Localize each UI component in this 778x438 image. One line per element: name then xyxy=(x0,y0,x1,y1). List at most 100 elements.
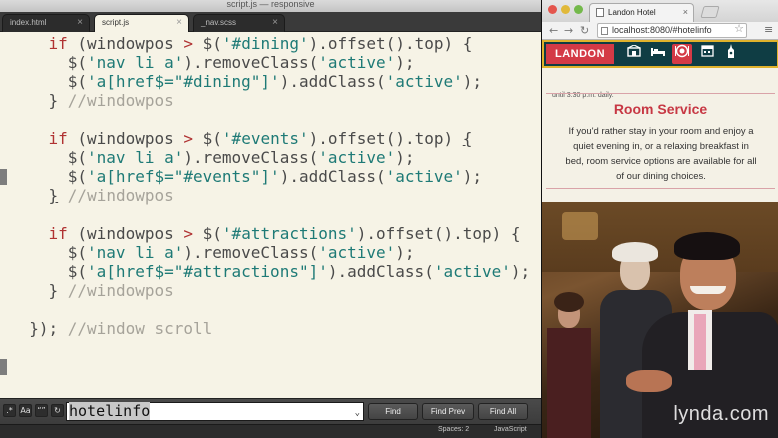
code-area[interactable]: if (windowpos > $('#dining').offset().to… xyxy=(0,32,541,398)
dining-icon[interactable] xyxy=(672,44,692,64)
syntax-status[interactable]: JavaScript xyxy=(494,426,527,433)
close-icon[interactable]: × xyxy=(272,15,278,31)
code-token: ); xyxy=(510,262,531,281)
building-icon[interactable] xyxy=(624,44,644,64)
code-token: ).offset().top) { xyxy=(308,34,473,53)
code-line: $('a[href$="#events"]').addClass('active… xyxy=(68,167,482,187)
code-token: } xyxy=(48,281,68,300)
browser-tab[interactable]: Landon Hotel × xyxy=(589,3,694,22)
find-query: hotelinfo xyxy=(69,402,151,420)
editor-titlebar: script.js — responsive xyxy=(0,0,541,12)
lynda-watermark: lynda.com xyxy=(673,403,769,425)
browser-window: Landon Hotel × ← → ↻ localhost:8080/#hot… xyxy=(541,0,778,438)
code-token: }); xyxy=(29,319,68,338)
code-comment: //windowpos xyxy=(67,186,174,205)
find-prev-button[interactable]: Find Prev xyxy=(422,403,474,420)
code-token: ).addClass( xyxy=(279,72,386,91)
section-title: Room Service xyxy=(613,101,708,117)
editor-tab-bar: index.html × script.js × _nav.scss × xyxy=(0,12,541,32)
find-bar: .* Aa “” ↻ hotelinfo ⌄ Find Find Prev Fi… xyxy=(0,398,541,424)
star-icon[interactable]: ☆ xyxy=(734,23,744,36)
code-string: 'a[href$="#events"]' xyxy=(87,167,280,186)
editor-window-title: script.js — responsive xyxy=(226,0,315,9)
tab-nav-scss[interactable]: _nav.scss × xyxy=(193,14,285,32)
back-icon[interactable]: ← xyxy=(549,23,558,39)
code-token: ); xyxy=(395,53,415,72)
find-all-button[interactable]: Find All xyxy=(478,403,528,420)
code-token: ); xyxy=(462,167,482,186)
code-string: 'active' xyxy=(433,262,511,281)
code-string: 'active' xyxy=(318,243,396,262)
code-line: $('nav li a').removeClass('active'); xyxy=(68,148,415,168)
code-token: ); xyxy=(462,72,482,91)
regex-toggle-icon[interactable]: .* xyxy=(3,404,16,417)
code-string: 'active' xyxy=(385,72,463,91)
calendar-icon[interactable] xyxy=(697,44,717,64)
code-token: > xyxy=(183,129,194,148)
code-string: 'active' xyxy=(318,148,396,167)
browser-tab-title: Landon Hotel xyxy=(608,8,656,17)
site-navbar: LANDON xyxy=(542,40,778,68)
code-token: (windowpos xyxy=(67,34,184,53)
page-icon xyxy=(596,8,604,17)
close-icon[interactable]: × xyxy=(176,15,182,31)
wrap-toggle-icon[interactable]: ↻ xyxy=(51,404,64,417)
code-string: 'a[href$="#dining"]' xyxy=(87,72,280,91)
close-icon[interactable]: × xyxy=(683,4,688,21)
code-line: if (windowpos > $('#dining').offset().to… xyxy=(49,34,473,54)
zoom-window-icon[interactable] xyxy=(574,5,583,14)
gutter-marker xyxy=(0,169,7,185)
tab-label: index.html xyxy=(10,18,47,27)
code-token: $( xyxy=(193,34,222,53)
close-icon[interactable]: × xyxy=(77,15,83,31)
code-token: $( xyxy=(67,148,88,167)
address-bar[interactable]: localhost:8080/#hotelinfo ☆ xyxy=(597,23,747,38)
code-string: 'active' xyxy=(385,167,463,186)
url-text: localhost:8080/#hotelinfo xyxy=(612,25,712,35)
code-token: $( xyxy=(67,262,88,281)
code-token: $( xyxy=(193,129,222,148)
tab-label: script.js xyxy=(102,18,130,27)
code-string: '#dining' xyxy=(221,34,309,53)
find-button[interactable]: Find xyxy=(368,403,418,420)
case-toggle-icon[interactable]: Aa xyxy=(19,404,32,417)
whole-word-toggle-icon[interactable]: “” xyxy=(35,404,48,417)
code-line: $('nav li a').removeClass('active'); xyxy=(68,53,415,73)
code-line: if (windowpos > $('#attractions').offset… xyxy=(49,224,521,244)
code-line: $('nav li a').removeClass('active'); xyxy=(68,243,415,263)
divider xyxy=(546,93,775,94)
code-token: ); xyxy=(395,243,415,262)
code-token: ); xyxy=(395,148,415,167)
find-input[interactable]: hotelinfo ⌄ xyxy=(66,402,364,421)
close-window-icon[interactable] xyxy=(548,5,557,14)
minimize-window-icon[interactable] xyxy=(561,5,570,14)
browser-titlebar: Landon Hotel × xyxy=(542,0,778,22)
code-comment: //window scroll xyxy=(67,319,213,338)
chevron-down-icon[interactable]: ⌄ xyxy=(355,405,360,422)
indent-status[interactable]: Spaces: 2 xyxy=(438,426,469,433)
code-token: (windowpos xyxy=(67,129,184,148)
bed-icon[interactable] xyxy=(648,44,668,64)
tab-index-html[interactable]: index.html × xyxy=(2,14,90,32)
site-brand-logo[interactable]: LANDON xyxy=(546,44,614,64)
code-token: ).offset().top) { xyxy=(356,224,521,243)
forward-icon[interactable]: → xyxy=(564,23,573,39)
code-token: ).removeClass( xyxy=(183,148,319,167)
code-token: $( xyxy=(67,53,88,72)
code-string: '#attractions' xyxy=(221,224,357,243)
tab-script-js[interactable]: script.js × xyxy=(94,14,189,32)
code-string: 'active' xyxy=(318,53,396,72)
new-tab-button[interactable] xyxy=(700,6,720,18)
attractions-icon[interactable] xyxy=(721,44,741,64)
code-string: 'nav li a' xyxy=(87,243,184,262)
code-token: $( xyxy=(67,167,88,186)
code-line: $('a[href$="#attractions"]').addClass('a… xyxy=(68,262,530,282)
code-comment: //windowpos xyxy=(67,281,174,300)
code-keyword: if xyxy=(48,34,68,53)
code-token: $( xyxy=(193,224,222,243)
menu-icon[interactable]: ≡ xyxy=(764,23,773,36)
code-token: > xyxy=(183,34,194,53)
reload-icon[interactable]: ↻ xyxy=(580,23,589,39)
code-line: if (windowpos > $('#events').offset().to… xyxy=(49,129,473,149)
